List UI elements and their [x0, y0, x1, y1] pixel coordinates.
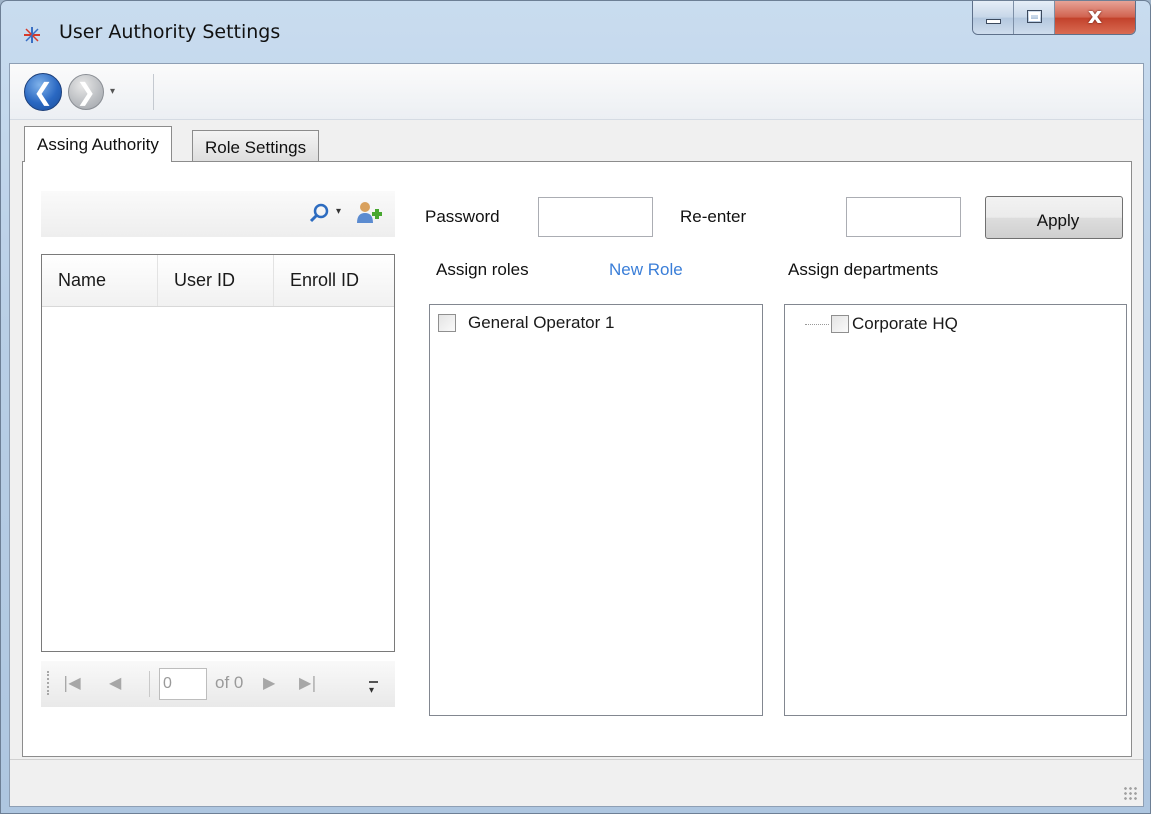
search-icon[interactable]: [309, 203, 329, 223]
search-input[interactable]: [43, 197, 293, 229]
minimize-icon: [986, 19, 1001, 24]
roles-checklist[interactable]: General Operator 1: [429, 304, 763, 716]
assign-roles-label: Assign roles: [436, 260, 529, 279]
assign-departments-label: Assign departments: [788, 260, 939, 279]
title-bar[interactable]: User Authority Settings x: [1, 1, 1150, 63]
status-bar: [10, 759, 1143, 806]
app-window: User Authority Settings x ❮ ❯ ▾ Assing A…: [0, 0, 1151, 814]
caption-buttons: x: [972, 1, 1136, 35]
page-count-label: of 0: [215, 673, 244, 692]
user-grid[interactable]: Name User ID Enroll ID: [41, 254, 395, 652]
pager-separator: [149, 671, 150, 697]
pager-grip-icon: [47, 671, 50, 695]
list-item[interactable]: General Operator 1: [438, 313, 614, 333]
client-area: ❮ ❯ ▾ Assing Authority Role Settings ▾ N…: [9, 63, 1144, 807]
next-page-button[interactable]: ▶: [263, 673, 275, 692]
maximize-button[interactable]: [1014, 1, 1055, 34]
app-logo-icon: [24, 27, 40, 43]
password-field[interactable]: [538, 197, 653, 237]
search-toolbar: ▾: [41, 191, 395, 237]
tab-assing-authority[interactable]: Assing Authority: [24, 126, 172, 162]
resize-grip-icon[interactable]: [1123, 786, 1137, 800]
toolbar-separator: [153, 74, 154, 110]
tree-connector-line: [805, 323, 829, 325]
grid-pager: |◀ ◀ of 0 ▶ ▶| ▾: [41, 661, 395, 707]
add-user-icon[interactable]: [355, 199, 383, 227]
navigation-toolbar: ❮ ❯ ▾: [10, 64, 1143, 120]
tree-node[interactable]: Corporate HQ: [805, 314, 958, 334]
column-header-enroll-id[interactable]: Enroll ID: [274, 255, 394, 306]
first-page-button[interactable]: |◀: [63, 673, 81, 692]
tab-role-settings[interactable]: Role Settings: [192, 130, 320, 164]
forward-button[interactable]: ❯: [68, 74, 104, 110]
close-button[interactable]: x: [1055, 1, 1135, 34]
history-dropdown-icon[interactable]: ▾: [110, 86, 115, 97]
reenter-password-field[interactable]: [846, 197, 961, 237]
last-page-button[interactable]: ▶|: [299, 673, 317, 692]
minimize-button[interactable]: [973, 1, 1014, 34]
close-icon: x: [1087, 4, 1103, 29]
back-button[interactable]: ❮: [24, 73, 62, 111]
tab-page-assign-authority: ▾ Name User ID Enroll ID |◀ ◀ 0 of 0 ▶ ▶…: [22, 161, 1132, 757]
column-header-user-id[interactable]: User ID: [158, 255, 274, 306]
new-role-link[interactable]: New Role: [609, 260, 683, 280]
apply-button[interactable]: Apply: [985, 196, 1123, 239]
department-label: Corporate HQ: [852, 314, 958, 333]
reenter-password-label: Re-enter: [680, 207, 747, 226]
password-label: Password: [425, 207, 500, 226]
grid-header: Name User ID Enroll ID: [42, 255, 394, 307]
maximize-icon: [1027, 10, 1042, 23]
column-header-name[interactable]: Name: [42, 255, 158, 306]
departments-tree[interactable]: Corporate HQ: [784, 304, 1127, 716]
window-title: User Authority Settings: [59, 21, 281, 43]
department-checkbox[interactable]: [831, 315, 849, 333]
role-checkbox[interactable]: [438, 314, 456, 332]
pager-overflow-button[interactable]: ▾: [369, 681, 379, 696]
page-number-input[interactable]: [159, 668, 207, 700]
previous-page-button[interactable]: ◀: [109, 673, 121, 692]
search-dropdown-icon[interactable]: ▾: [336, 206, 341, 217]
role-label: General Operator 1: [468, 313, 615, 332]
forward-arrow-icon: ❯: [75, 78, 97, 106]
back-arrow-icon: ❮: [32, 78, 54, 106]
